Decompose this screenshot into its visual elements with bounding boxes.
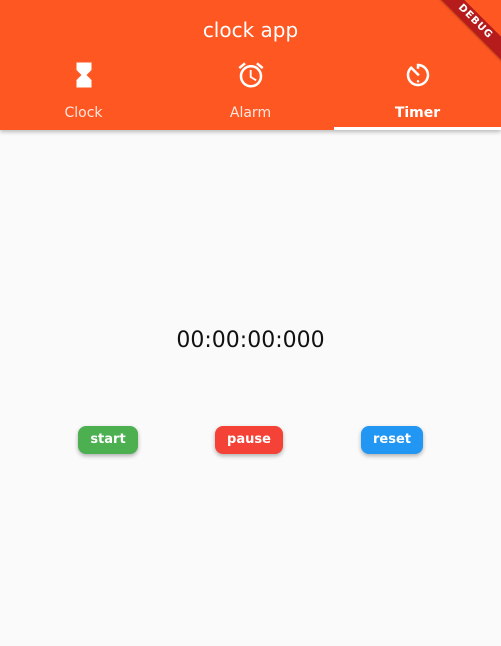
start-button[interactable]: start: [78, 426, 138, 454]
tab-timer[interactable]: Timer: [334, 56, 501, 130]
pause-button[interactable]: pause: [215, 426, 283, 454]
active-tab-indicator: [334, 127, 501, 130]
alarm-clock-icon: [236, 60, 266, 90]
tab-alarm[interactable]: Alarm: [167, 56, 334, 130]
tab-clock[interactable]: Clock: [0, 56, 167, 130]
tab-bar: Clock Alarm Timer: [0, 56, 501, 130]
hourglass-icon: [69, 60, 99, 90]
timer-icon: [403, 60, 433, 90]
app-bar: clock app Clock Alarm Timer DEBUG: [0, 0, 501, 130]
reset-button[interactable]: reset: [361, 426, 423, 454]
tab-label: Clock: [64, 105, 103, 121]
app-title: clock app: [202, 18, 299, 42]
timer-display: 00:00:00:000: [176, 328, 325, 353]
tab-label: Alarm: [229, 105, 272, 121]
tab-label: Timer: [394, 105, 441, 121]
